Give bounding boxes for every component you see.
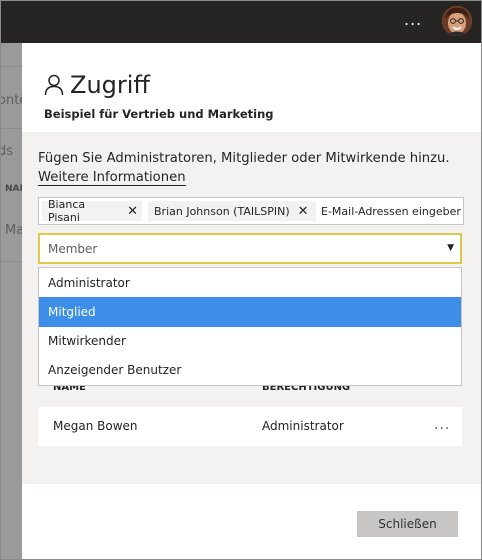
role-option-member[interactable]: Mitglied xyxy=(39,297,461,327)
user-avatar-image xyxy=(442,6,472,36)
chip-label: Bianca Pisani xyxy=(48,198,86,224)
background-text: ds xyxy=(0,144,14,159)
chip-label: Brian Johnson (TAILSPIN) xyxy=(154,204,290,218)
email-input[interactable] xyxy=(321,201,461,221)
person-chip: Brian Johnson (TAILSPIN) ✕ xyxy=(148,201,316,221)
panel-title: Zugriff xyxy=(70,71,150,99)
instructions-text: Fügen Sie Administratoren, Mitglieder od… xyxy=(38,149,458,187)
panel-footer: Schließen xyxy=(22,484,482,560)
close-icon[interactable]: ✕ xyxy=(298,204,309,219)
more-info-link[interactable]: Weitere Informationen xyxy=(38,170,186,186)
role-select[interactable]: Member ▼ xyxy=(38,233,462,264)
divider xyxy=(0,66,22,67)
panel-header: Zugriff xyxy=(44,70,150,100)
panel-subtitle: Beispiel für Vertrieb und Marketing xyxy=(44,107,274,121)
top-app-bar: ... xyxy=(0,0,482,43)
divider xyxy=(0,128,22,129)
background-text: onte xyxy=(0,93,22,108)
role-dropdown-list: Administrator Mitglied Mitwirkender Anze… xyxy=(38,267,462,386)
background-page: onte ds NAI Ma xyxy=(0,43,22,560)
people-picker[interactable]: Bianca Pisani ✕ Brian Johnson (TAILSPIN)… xyxy=(38,197,464,225)
person-icon xyxy=(44,74,64,96)
role-option-administrator[interactable]: Administrator xyxy=(39,268,461,298)
access-panel: Zugriff Beispiel für Vertrieb und Market… xyxy=(22,43,482,560)
role-option-viewer[interactable]: Anzeigender Benutzer xyxy=(39,355,461,385)
close-button[interactable]: Schließen xyxy=(357,511,458,537)
background-text: NAI xyxy=(5,184,22,194)
member-role: Administrator xyxy=(262,419,344,433)
instructions-label: Fügen Sie Administratoren, Mitglieder od… xyxy=(38,151,450,166)
member-name: Megan Bowen xyxy=(53,419,138,433)
table-row: Megan Bowen Administrator ... xyxy=(38,407,462,446)
close-icon[interactable]: ✕ xyxy=(127,204,138,219)
user-avatar[interactable] xyxy=(442,6,472,36)
person-chip: Bianca Pisani ✕ xyxy=(42,198,142,224)
divider xyxy=(0,261,22,262)
more-options-icon[interactable]: ... xyxy=(404,10,422,29)
role-select-value: Member xyxy=(48,242,98,256)
background-text: Ma xyxy=(5,223,22,238)
caret-down-icon: ▼ xyxy=(447,243,454,253)
row-more-icon[interactable]: ... xyxy=(434,417,450,433)
role-option-contributor[interactable]: Mitwirkender xyxy=(39,326,461,356)
